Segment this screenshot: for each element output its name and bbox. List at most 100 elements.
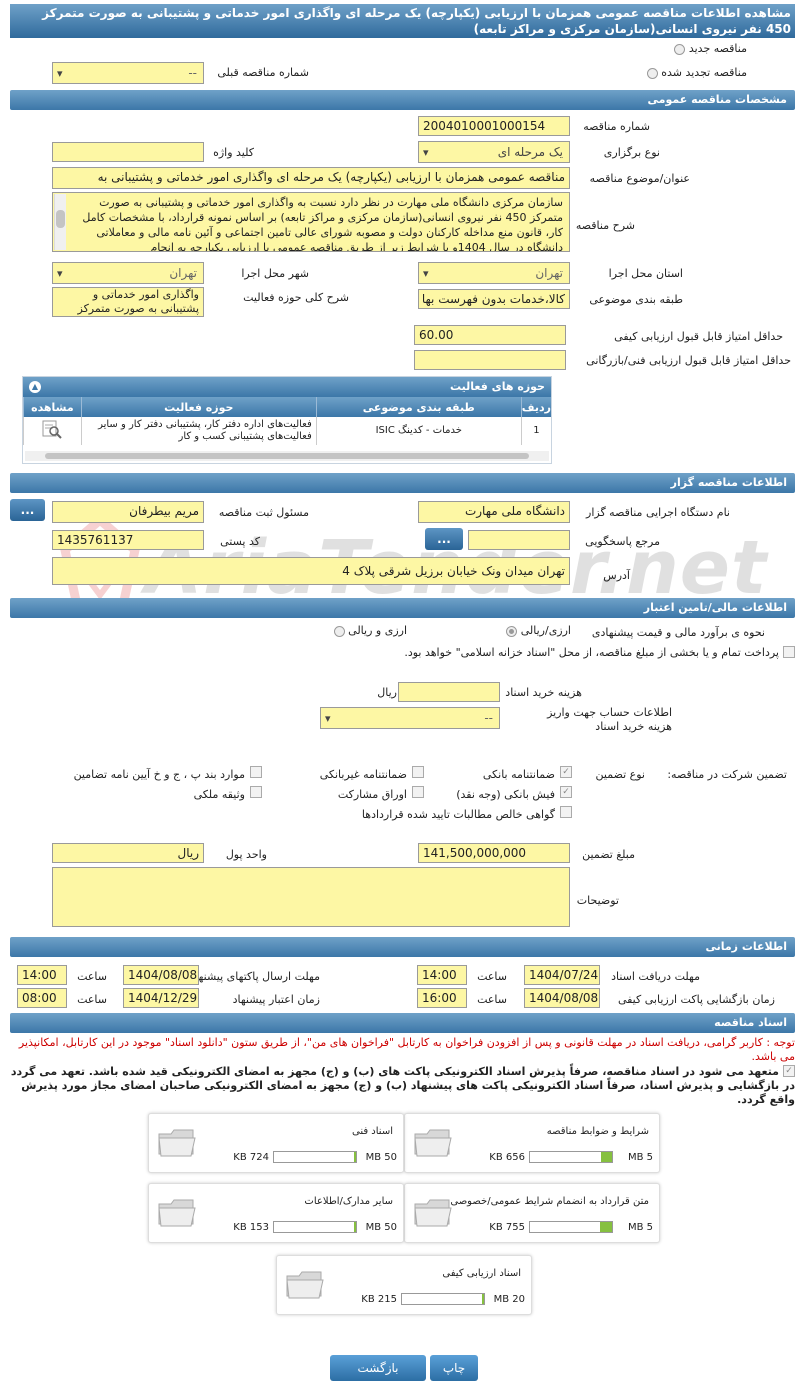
keyword-label: کلید واژه — [213, 146, 254, 159]
general-header: مشخصات مناقصه عمومی — [10, 90, 795, 110]
bonds-checkbox[interactable] — [412, 786, 424, 798]
org-label: نام دستگاه اجرایی مناقصه گزار — [586, 506, 730, 519]
cash-receipt-checkbox[interactable]: ✓ — [560, 786, 572, 798]
doc-size: 656 KB — [489, 1152, 525, 1163]
valid-date-field: 1404/12/29 — [123, 988, 199, 1008]
open-time-label: ساعت — [477, 993, 507, 1006]
renewed-tender-label: مناقصه تجدید شده — [661, 66, 747, 79]
chevron-down-icon: ▾ — [57, 267, 63, 280]
view-cell[interactable] — [23, 417, 82, 445]
send-label: مهلت ارسال پاکتهای پیشنهاد — [190, 970, 320, 983]
city-label: شهر محل اجرا — [241, 267, 309, 280]
receive-time-label: ساعت — [477, 970, 507, 983]
activity-panel: حوزه های فعالیت ▲ ردیف طبقه بندی موضوعی ح… — [22, 376, 552, 464]
account-select[interactable]: -- ▾ — [320, 707, 500, 729]
collapse-icon[interactable]: ▲ — [29, 381, 41, 393]
responsible-field: مریم بیطرفان — [52, 501, 204, 523]
doc-progress — [529, 1221, 613, 1233]
property-label: وثیقه ملکی — [193, 788, 245, 801]
documents-header: اسناد مناقصه — [10, 1013, 795, 1033]
description-textarea[interactable]: سازمان مرکزی دانشگاه ملی مهارت در نظر دا… — [52, 192, 570, 252]
bank-guarantee-checkbox[interactable]: ✓ — [560, 766, 572, 778]
city-select[interactable]: تهران ▾ — [52, 262, 204, 284]
min-tech-label: حداقل امتیاز قابل قبول ارزیابی فنی/بازرگ… — [586, 354, 791, 367]
reference-more-button[interactable]: ... — [425, 528, 463, 550]
doc-max-size: 50 MB — [365, 1222, 397, 1233]
doc-tile-terms[interactable]: شرایط و ضوابط مناقصه 5 MB 656 KB — [404, 1113, 660, 1173]
nonbank-guarantee-checkbox[interactable] — [412, 766, 424, 778]
doc-tile-quality[interactable]: اسناد ارزیابی کیفی 20 MB 215 KB — [276, 1255, 532, 1315]
doc-tile-technical[interactable]: اسناد فنی 50 MB 724 KB — [148, 1113, 404, 1173]
category-label: طبقه بندی موضوعی — [589, 293, 683, 306]
commitment-text: متعهد می شود در اسناد مناقصه، صرفاً پذیر… — [10, 1065, 795, 1106]
estimate-option-2-radio[interactable] — [333, 625, 345, 637]
prev-tender-select[interactable]: -- ▾ — [52, 62, 204, 84]
amount-label: مبلغ تضمین — [582, 848, 635, 861]
province-select[interactable]: تهران ▾ — [418, 262, 570, 284]
doc-size: 215 KB — [361, 1294, 397, 1305]
activity-desc-field: واگذاری امور خدماتی و پشتیبانی به صورت م… — [52, 287, 204, 317]
org-field: دانشگاه ملی مهارت — [418, 501, 570, 523]
min-tech-field — [414, 350, 566, 370]
description-scrollbar[interactable] — [54, 194, 66, 250]
doc-size: 724 KB — [233, 1152, 269, 1163]
currency-label: واحد پول — [225, 848, 267, 861]
folder-icon — [414, 1199, 452, 1227]
receive-date-field: 1404/07/24 — [524, 965, 600, 985]
keyword-field[interactable] — [52, 142, 204, 162]
activity-header: حوزه های فعالیت ▲ — [23, 377, 551, 397]
property-checkbox[interactable] — [250, 786, 262, 798]
doc-size: 153 KB — [233, 1222, 269, 1233]
category-field: کالا،خدمات بدون فهرست بها — [418, 289, 570, 309]
send-time-label: ساعت — [77, 970, 107, 983]
row-category: خدمات - کدینگ ISIC — [315, 417, 522, 445]
min-quality-field: 60.00 — [414, 325, 566, 345]
other-guarantee-checkbox[interactable] — [250, 766, 262, 778]
address-label: آدرس — [603, 569, 630, 582]
col-row: ردیف — [520, 397, 551, 417]
new-tender-radio[interactable] — [674, 43, 686, 55]
doc-fee-field — [398, 682, 500, 702]
receive-label: مهلت دریافت اسناد — [611, 970, 700, 983]
renewed-tender-radio[interactable] — [646, 67, 658, 79]
estimate-option-2[interactable]: ارزی و ریالی — [333, 624, 407, 637]
open-date-field: 1404/08/08 — [524, 988, 600, 1008]
claims-checkbox[interactable] — [560, 806, 572, 818]
subject-field: مناقصه عمومی همزمان با ارزیابی (یکپارچه)… — [52, 167, 570, 189]
chevron-down-icon: ▾ — [325, 712, 331, 725]
estimate-option-1-radio[interactable] — [506, 625, 518, 637]
chevron-down-icon: ▾ — [57, 67, 63, 80]
doc-progress — [273, 1151, 357, 1163]
doc-progress — [529, 1151, 613, 1163]
doc-max-size: 5 MB — [627, 1152, 653, 1163]
currency-field: ریال — [52, 843, 204, 863]
province-label: استان محل اجرا — [608, 267, 683, 280]
type-select[interactable]: یک مرحله ای ▾ — [418, 141, 570, 163]
doc-name: سایر مدارک/اطلاعات — [304, 1196, 393, 1207]
doc-tile-contract[interactable]: متن قرارداد به انضمام شرایط عمومی/خصوصی … — [404, 1183, 660, 1243]
back-button[interactable]: بازگشت — [330, 1355, 426, 1381]
treasury-checkbox[interactable] — [783, 646, 795, 658]
renewed-tender-option[interactable]: مناقصه تجدید شده — [646, 66, 747, 79]
reference-field — [468, 530, 570, 550]
row-field: فعالیت‌های اداره دفتر کار، پشتیبانی دفتر… — [80, 417, 317, 445]
col-view: مشاهده — [23, 397, 82, 417]
doc-tile-other[interactable]: سایر مدارک/اطلاعات 50 MB 153 KB — [148, 1183, 404, 1243]
doc-name: اسناد ارزیابی کیفی — [442, 1268, 521, 1279]
doc-max-size: 50 MB — [365, 1152, 397, 1163]
treasury-text: پرداخت تمام و یا بخشی از مبلغ مناقصه، از… — [404, 646, 779, 659]
open-time-field: 16:00 — [417, 988, 467, 1008]
new-tender-option[interactable]: مناقصه جدید — [674, 42, 747, 55]
documents-notice: توجه : کاربر گرامی، دریافت اسناد در مهلت… — [18, 1036, 795, 1063]
tender-number-label: شماره مناقصه — [583, 120, 650, 133]
magnifier-icon[interactable] — [41, 419, 63, 439]
table-scrollbar[interactable] — [25, 451, 549, 461]
doc-fee-label: هزینه خرید اسناد — [505, 686, 582, 699]
doc-name: شرایط و ضوابط مناقصه — [546, 1126, 649, 1137]
doc-name: اسناد فنی — [352, 1126, 393, 1137]
estimate-option-1[interactable]: ارزی/ریالی — [506, 624, 571, 637]
print-button[interactable]: چاپ — [430, 1355, 478, 1381]
responsible-more-button[interactable]: ... — [10, 499, 45, 521]
notes-field — [52, 867, 570, 927]
guarantee-type-label: نوع تضمین — [595, 768, 645, 781]
